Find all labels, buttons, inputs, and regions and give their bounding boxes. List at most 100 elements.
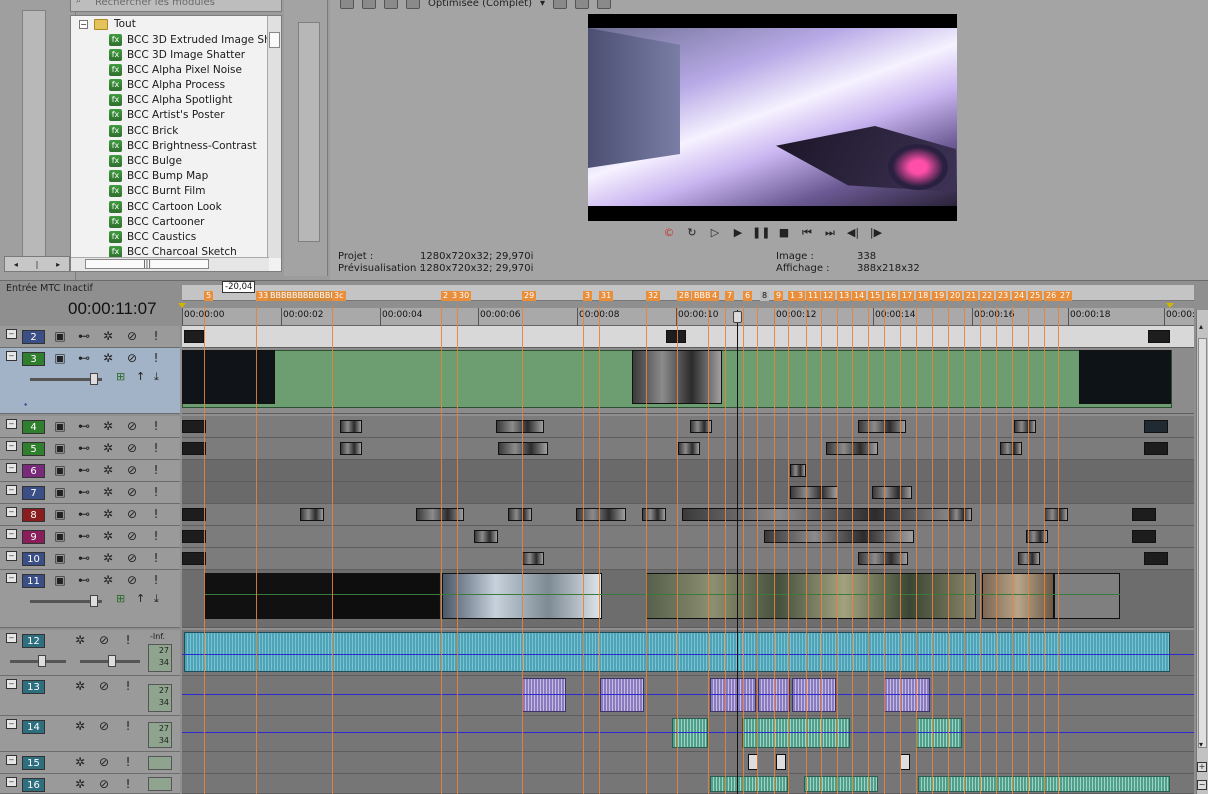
plugin-item[interactable]: fx BCC Alpha Spotlight (109, 93, 232, 108)
solo-icon[interactable]: ! (148, 550, 164, 566)
solo-icon[interactable]: ! (120, 776, 136, 792)
solo-icon[interactable]: ! (148, 572, 164, 588)
marker[interactable]: 7 (725, 291, 735, 301)
compositing-icon[interactable]: ⊷ (76, 484, 92, 500)
playhead-handle[interactable] (733, 311, 742, 323)
video-track-header[interactable]: − 2 ▣ ⊷ ✲ ⊘! (0, 326, 180, 348)
motion-icon[interactable]: ▣ (52, 350, 68, 366)
plugin-item[interactable]: fx BCC Cartoon Look (109, 200, 222, 215)
marker[interactable]: 16 (884, 291, 899, 301)
slider-thumb[interactable] (90, 373, 98, 385)
compositing-icon[interactable]: ⊷ (76, 350, 92, 366)
fx-icon[interactable] (384, 0, 398, 9)
loop-icon[interactable]: ↻ (683, 226, 701, 240)
mute-icon[interactable]: ⊘ (96, 678, 112, 694)
motion-icon[interactable]: ▣ (52, 528, 68, 544)
clip[interactable] (1079, 350, 1171, 404)
plugin-item[interactable]: fx BCC Alpha Pixel Noise (109, 63, 242, 78)
fx-gear-icon[interactable]: ✲ (100, 572, 116, 588)
compositing-icon[interactable]: ⊷ (76, 528, 92, 544)
collapse-track-icon[interactable]: − (6, 777, 17, 787)
track-lane[interactable] (182, 482, 1194, 504)
compositing-icon[interactable]: ⊷ (76, 418, 92, 434)
clip[interactable] (474, 530, 498, 543)
mute-icon[interactable]: ⊘ (96, 632, 112, 648)
previous-frame-icon[interactable]: ◀| (844, 226, 862, 240)
go-to-start-icon[interactable]: ⏮ (798, 226, 816, 240)
audio-track-header[interactable]: − 16 ✲ ⊘! (0, 774, 180, 794)
marker[interactable]: 20 (948, 291, 963, 301)
marker[interactable]: 5 (204, 291, 214, 301)
mute-icon[interactable]: ⊘ (124, 506, 140, 522)
audio-clip[interactable] (884, 678, 930, 712)
collapse-track-icon[interactable]: − (6, 485, 17, 495)
plugin-item[interactable]: fx BCC Brick (109, 124, 178, 139)
play-icon[interactable]: ▶ (729, 226, 747, 240)
plugin-item[interactable]: fx BCC Alpha Process (109, 78, 225, 93)
video-track-header[interactable]: − 3 ▣ ⊷ ✲ ⊘! ⊞ ↑ ⤓ ⬩ (0, 348, 180, 414)
video-track-header[interactable]: −5 ▣ ⊷ ✲ ⊘! (0, 438, 180, 460)
volume-envelope[interactable] (182, 654, 1194, 655)
fx-gear-icon[interactable]: ✲ (72, 632, 88, 648)
solo-icon[interactable]: ! (120, 754, 136, 770)
marker[interactable]: BBBBBBBBBBBB (268, 291, 338, 301)
clip[interactable] (790, 486, 838, 499)
solo-icon[interactable]: ! (148, 418, 164, 434)
audio-clip[interactable] (776, 754, 786, 770)
audio-clip[interactable] (804, 776, 878, 792)
mute-icon[interactable]: ⊘ (124, 550, 140, 566)
track-lane[interactable] (182, 348, 1194, 414)
marker[interactable]: 15 (868, 291, 883, 301)
plugin-item[interactable]: fx BCC Brightness-Contrast (109, 139, 257, 154)
solo-icon[interactable]: ! (120, 632, 136, 648)
pan-slider[interactable] (80, 655, 140, 667)
marker[interactable]: 19 (932, 291, 947, 301)
slider-thumb[interactable] (108, 655, 116, 667)
plugin-item[interactable]: fx BCC Cartooner (109, 215, 205, 230)
collapse-track-icon[interactable]: − (6, 719, 17, 729)
solo-icon[interactable]: ! (148, 528, 164, 544)
track-lane[interactable] (182, 630, 1194, 676)
marker[interactable]: 11 (806, 291, 821, 301)
clip[interactable] (1144, 552, 1168, 565)
plugin-item[interactable]: fx BCC Burnt Film (109, 184, 205, 199)
volume-slider[interactable] (10, 655, 66, 667)
explorer-scrollbar[interactable]: ◂ | ▸ (4, 256, 70, 272)
composite-down-icon[interactable]: ⤓ (154, 592, 159, 606)
collapse-track-icon[interactable]: − (6, 463, 17, 473)
clip[interactable] (182, 508, 206, 521)
track-lane[interactable] (182, 438, 1194, 460)
video-track-header[interactable]: −4 ▣ ⊷ ✲ ⊘! (0, 416, 180, 438)
marker[interactable]: 3 (583, 291, 593, 301)
mute-icon[interactable]: ⊘ (124, 462, 140, 478)
collapse-track-icon[interactable]: − (6, 329, 17, 339)
volume-envelope[interactable] (182, 694, 1194, 695)
marker[interactable]: 3c (332, 291, 346, 301)
clip[interactable] (300, 508, 324, 521)
marker[interactable]: 2 (441, 291, 451, 301)
marker[interactable]: 30 (457, 291, 472, 301)
clip[interactable] (1000, 442, 1022, 455)
mute-icon[interactable]: ⊘ (124, 418, 140, 434)
video-track-header[interactable]: −9 ▣ ⊷ ✲ ⊘! (0, 526, 180, 548)
mute-icon[interactable]: ⊘ (124, 350, 140, 366)
volume-envelope[interactable] (182, 732, 1194, 733)
track-lane[interactable] (182, 570, 1194, 628)
composite-parent-icon[interactable]: ↑ (136, 370, 145, 383)
marker[interactable]: 14 (852, 291, 867, 301)
clip[interactable] (340, 442, 362, 455)
mute-icon[interactable]: ⊘ (124, 328, 140, 344)
collapse-track-icon[interactable]: − (6, 507, 17, 517)
fx-gear-icon[interactable]: ✲ (100, 418, 116, 434)
clip[interactable] (948, 508, 972, 521)
compositing-icon[interactable]: ⊷ (76, 440, 92, 456)
scroll-thumb[interactable]: ||| (85, 259, 209, 269)
clip[interactable] (1044, 508, 1068, 521)
composite-down-icon[interactable]: ⤓ (154, 370, 159, 384)
marker[interactable]: 32 (646, 291, 661, 301)
compositing-icon[interactable]: ⊷ (76, 462, 92, 478)
marker[interactable]: 17 (900, 291, 915, 301)
save-snapshot-icon[interactable] (597, 0, 612, 9)
track-lane[interactable] (182, 416, 1194, 438)
motion-icon[interactable]: ▣ (52, 484, 68, 500)
